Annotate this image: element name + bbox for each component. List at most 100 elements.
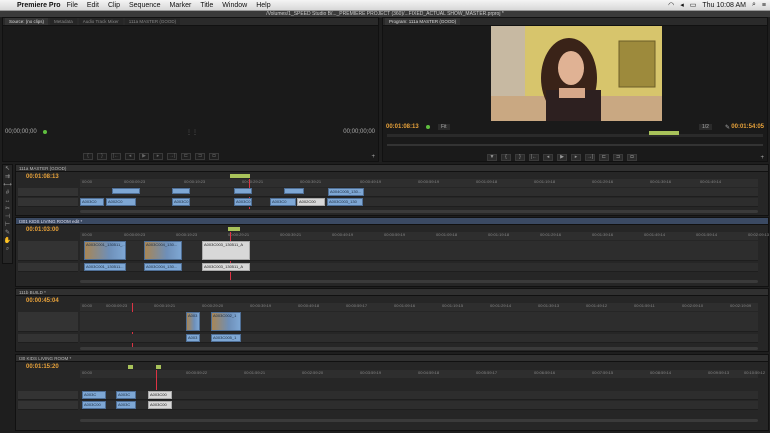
- clip[interactable]: A003C00: [148, 401, 172, 409]
- clip[interactable]: A003C003_130511_A: [202, 241, 250, 260]
- rolling-edit-tool-icon[interactable]: #: [3, 190, 12, 197]
- battery-icon[interactable]: ▭: [690, 1, 697, 9]
- overwrite-icon[interactable]: ⊐: [195, 152, 205, 160]
- ripple-edit-tool-icon[interactable]: ⟷: [3, 182, 12, 189]
- prg-go-to-out-icon[interactable]: →|: [585, 153, 595, 161]
- menu-edit[interactable]: Edit: [87, 2, 99, 9]
- sequence-tab-3[interactable]: 111b BUILD *: [16, 289, 768, 296]
- tab-metadata[interactable]: Metadata: [50, 18, 77, 25]
- menu-file[interactable]: File: [67, 2, 78, 9]
- menu-window[interactable]: Window: [222, 2, 247, 9]
- menu-clip[interactable]: Clip: [108, 2, 120, 9]
- prg-play-icon[interactable]: ▶: [557, 153, 567, 161]
- clip[interactable]: A003C001_130511_...: [84, 241, 126, 260]
- track-header-v1[interactable]: [18, 198, 78, 207]
- razor-tool-icon[interactable]: ✂: [3, 206, 12, 213]
- tab-source[interactable]: Source: (no clips): [5, 18, 49, 25]
- export-frame-icon[interactable]: ◘: [209, 152, 219, 160]
- clip[interactable]: A002C0: [106, 198, 136, 206]
- mark-in-icon[interactable]: {: [83, 152, 93, 160]
- program-fit-dropdown[interactable]: Fit: [438, 124, 450, 130]
- menu-marker[interactable]: Marker: [170, 2, 192, 9]
- track-header-a1[interactable]: [18, 263, 78, 272]
- step-back-icon[interactable]: ◂: [125, 152, 135, 160]
- clip[interactable]: A004C005_130...: [328, 188, 364, 196]
- tab-master[interactable]: 111a MASTER (GOOD): [124, 18, 181, 25]
- track-header-v1[interactable]: [18, 312, 78, 332]
- clip[interactable]: A003C002_1: [211, 312, 241, 331]
- sequence-4-scrollbar[interactable]: [80, 419, 758, 422]
- sequence-3-scrollbar[interactable]: [80, 347, 758, 350]
- program-timeline-bar[interactable]: [387, 134, 763, 137]
- sequence-4-marker[interactable]: [156, 365, 161, 369]
- hand-tool-icon[interactable]: ✋: [3, 238, 12, 245]
- sequence-1-marker[interactable]: [230, 174, 250, 178]
- tab-program[interactable]: Program: 111a MASTER (GOOD): [385, 18, 461, 25]
- clip[interactable]: [234, 188, 252, 194]
- track-header-v2[interactable]: [18, 188, 78, 197]
- sequence-1-ruler[interactable]: 00:00 00:00:09:23 00:00:19:23 00:00:29:2…: [80, 179, 758, 187]
- prg-mark-in-icon[interactable]: {: [501, 153, 511, 161]
- clip[interactable]: A003C00: [82, 401, 106, 409]
- sequence-2-marker[interactable]: [228, 227, 240, 231]
- program-quality-dropdown[interactable]: 1/2: [699, 124, 712, 130]
- volume-icon[interactable]: ◂: [680, 1, 684, 9]
- track-select-tool-icon[interactable]: ⇉: [3, 174, 12, 181]
- insert-icon[interactable]: ⊏: [181, 152, 191, 160]
- track-header-a1[interactable]: [18, 401, 78, 410]
- notifications-icon[interactable]: ≡: [762, 2, 766, 9]
- sequence-tab-2[interactable]: I301 KIDS LIVING ROOM edit *: [16, 218, 768, 225]
- track-header-v1[interactable]: [18, 391, 78, 400]
- source-timecode[interactable]: 00;00;00;00: [5, 129, 37, 135]
- prg-step-forward-icon[interactable]: ▸: [571, 153, 581, 161]
- prg-extract-icon[interactable]: ⊐: [613, 153, 623, 161]
- rate-stretch-tool-icon[interactable]: ↔: [3, 198, 12, 205]
- mark-out-icon[interactable]: }: [97, 152, 107, 160]
- sequence-tab-4[interactable]: I30 KIDS LIVING ROOM *: [16, 355, 768, 362]
- sequence-3-timecode[interactable]: 00:00:45:04: [26, 298, 59, 304]
- sequence-1-timecode[interactable]: 00:01:08:13: [26, 174, 59, 180]
- pen-tool-icon[interactable]: ✎: [3, 230, 12, 237]
- clip[interactable]: [112, 188, 140, 194]
- clip[interactable]: A003C0: [80, 198, 104, 206]
- track-header-v1[interactable]: [18, 241, 78, 261]
- prg-add-marker-icon[interactable]: ▼: [487, 153, 497, 161]
- sequence-2-ruler[interactable]: 00:00 00:00:09:23 00:00:19:23 00:00:29:2…: [80, 232, 769, 240]
- prg-lift-icon[interactable]: ⊏: [599, 153, 609, 161]
- clip[interactable]: A003C0: [234, 198, 252, 206]
- wifi-icon[interactable]: ◠: [668, 1, 674, 9]
- menubar-clock[interactable]: Thu 10:08 AM: [702, 2, 746, 9]
- clip[interactable]: A003C: [116, 391, 136, 399]
- prg-go-to-in-icon[interactable]: |←: [529, 153, 539, 161]
- sequence-4-timecode[interactable]: 00:01:15:20: [26, 364, 59, 370]
- program-marker[interactable]: [649, 131, 679, 135]
- clip[interactable]: A003C003_130: [327, 198, 363, 206]
- clip[interactable]: A003: [186, 334, 200, 342]
- go-to-in-icon[interactable]: |←: [111, 152, 121, 160]
- selection-tool-icon[interactable]: ↖: [3, 166, 12, 173]
- clip[interactable]: A003C0: [172, 198, 190, 206]
- sequence-4-ruler[interactable]: 00:00 00:00:59:22 00:01:59:21 00:02:59:2…: [80, 370, 765, 378]
- clip[interactable]: A003C005_1: [211, 334, 241, 342]
- clip[interactable]: A003C: [116, 401, 136, 409]
- sequence-4-playhead[interactable]: [156, 370, 157, 390]
- clip[interactable]: A002C00: [297, 198, 325, 206]
- sequence-3-ruler[interactable]: 00:00 00:00:09:23 00:00:19:21 00:00:29:2…: [80, 303, 758, 311]
- sequence-2-timecode[interactable]: 00:01:03:00: [26, 227, 59, 233]
- clip[interactable]: A003C: [82, 391, 106, 399]
- spotlight-icon[interactable]: ⌕: [752, 1, 756, 9]
- program-timecode[interactable]: 00:01:08:13: [386, 124, 419, 130]
- tab-audio-mixer[interactable]: Audio Track Mixer: [78, 18, 123, 25]
- prg-mark-out-icon[interactable]: }: [515, 153, 525, 161]
- prg-step-back-icon[interactable]: ◂: [543, 153, 553, 161]
- slide-tool-icon[interactable]: ⊢: [3, 222, 12, 229]
- clip[interactable]: A003: [186, 312, 200, 331]
- source-add-button-icon[interactable]: +: [371, 154, 375, 160]
- prg-export-frame-icon[interactable]: ◘: [627, 153, 637, 161]
- track-header-a1[interactable]: [18, 334, 78, 343]
- clip[interactable]: A003C004_130...: [144, 241, 182, 260]
- sequence-4-marker[interactable]: [128, 365, 133, 369]
- menu-title[interactable]: Title: [200, 2, 213, 9]
- slip-tool-icon[interactable]: ⊣: [3, 214, 12, 221]
- program-settings-icon[interactable]: ✎: [725, 124, 730, 131]
